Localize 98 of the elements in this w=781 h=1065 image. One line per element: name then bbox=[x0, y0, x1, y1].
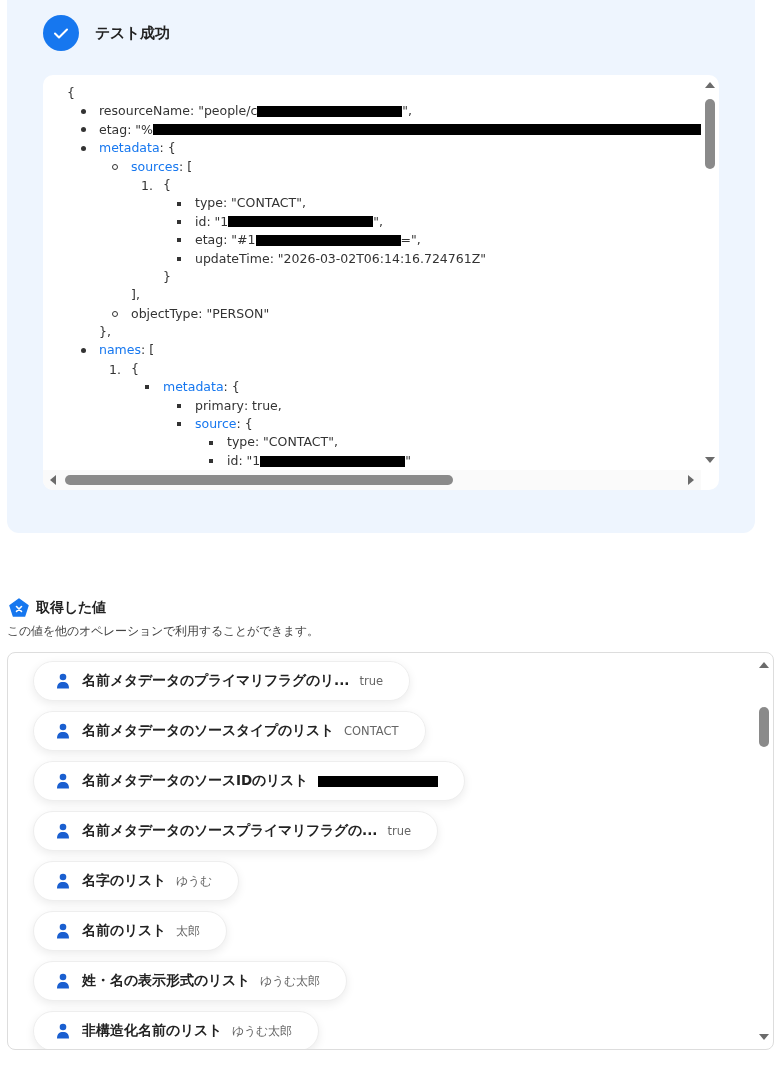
value-label: 名前メタデータのソースタイプのリスト bbox=[82, 722, 334, 740]
value-label: 非構造化名前のリスト bbox=[82, 1022, 222, 1040]
code-text: ", bbox=[373, 212, 384, 231]
value-text: true bbox=[359, 674, 383, 688]
value-chip[interactable]: 非構造化名前のリスト ゆうむ太郎 bbox=[33, 1011, 319, 1049]
code-text: { bbox=[163, 175, 171, 194]
list-bullet bbox=[177, 238, 181, 243]
code-text: : { bbox=[159, 139, 176, 158]
value-chip[interactable]: 名前のリスト 太郎 bbox=[33, 911, 227, 951]
value-label: 名前のリスト bbox=[82, 922, 166, 940]
list-bullet bbox=[209, 459, 213, 463]
value-text: CONTACT bbox=[344, 724, 399, 738]
list-bullet bbox=[80, 145, 86, 151]
key-link[interactable]: names bbox=[99, 341, 141, 360]
list-number: 1. bbox=[141, 177, 153, 193]
check-icon bbox=[43, 15, 79, 51]
list-bullet bbox=[80, 348, 86, 354]
list-bullet bbox=[145, 385, 149, 390]
code-text: : { bbox=[236, 415, 253, 434]
section-title: 取得した値 bbox=[36, 599, 106, 617]
code-text: : "PERSON" bbox=[198, 304, 270, 323]
section-description: この値を他のオペレーションで利用することができます。 bbox=[7, 623, 320, 640]
json-key: resourceName bbox=[99, 102, 190, 121]
value-text: ゆうむ bbox=[176, 873, 212, 889]
person-icon bbox=[56, 723, 70, 739]
list-bullet bbox=[177, 403, 181, 408]
key-link[interactable]: source bbox=[195, 415, 237, 434]
json-key: etag bbox=[99, 120, 128, 140]
value-label: 姓・名の表示形式のリスト bbox=[82, 972, 250, 990]
code-text: ], bbox=[131, 286, 140, 305]
scroll-up-icon[interactable] bbox=[704, 81, 716, 89]
list-bullet bbox=[177, 219, 181, 224]
code-text: }, bbox=[99, 323, 111, 342]
value-text: ゆうむ太郎 bbox=[260, 973, 320, 989]
value-chip[interactable]: 姓・名の表示形式のリスト ゆうむ太郎 bbox=[33, 961, 347, 1001]
value-chip[interactable]: 名前メタデータのソースプライマリフラグの... true bbox=[33, 811, 438, 851]
code-text: " bbox=[405, 451, 412, 470]
value-chip[interactable]: 名前メタデータのソースタイプのリスト CONTACT bbox=[33, 711, 426, 751]
code-text: ", bbox=[402, 102, 413, 121]
scroll-right-icon[interactable] bbox=[687, 474, 695, 486]
value-label: 名前メタデータのソースプライマリフラグの... bbox=[82, 822, 378, 840]
code-text: : "#1 bbox=[223, 231, 256, 250]
person-icon bbox=[56, 823, 70, 839]
person-icon bbox=[56, 973, 70, 989]
json-key: type bbox=[195, 194, 223, 213]
json-key: etag bbox=[195, 231, 224, 250]
person-icon bbox=[56, 873, 70, 889]
code-text: : "people/c bbox=[189, 102, 258, 121]
code-text: : "CONTACT", bbox=[222, 194, 306, 213]
code-text: : "1 bbox=[206, 212, 229, 231]
list-bullet bbox=[209, 440, 213, 445]
code-text: : "2026-03-02T06:14:16.724761Z" bbox=[269, 249, 486, 268]
person-icon bbox=[56, 1023, 70, 1039]
key-link[interactable]: metadata bbox=[163, 378, 224, 397]
code-text: =", bbox=[400, 231, 421, 250]
value-chip[interactable]: 名前メタデータのプライマリフラグのリ... true bbox=[33, 661, 410, 701]
result-title: テスト成功 bbox=[95, 23, 170, 43]
scroll-down-icon[interactable] bbox=[758, 1033, 770, 1041]
code-text: { bbox=[67, 84, 75, 102]
scrollbar-thumb[interactable] bbox=[705, 99, 715, 169]
code-text: : { bbox=[223, 378, 240, 397]
code-text: : "% bbox=[127, 120, 153, 139]
list-bullet bbox=[80, 109, 86, 115]
value-text: true bbox=[387, 824, 411, 838]
list-number: 1. bbox=[109, 361, 121, 377]
key-link[interactable]: metadata bbox=[99, 139, 160, 158]
value-label: 名前メタデータのソースIDのリスト bbox=[82, 772, 309, 790]
list-bullet bbox=[177, 256, 181, 261]
value-label: 名前メタデータのプライマリフラグのリ... bbox=[82, 672, 350, 690]
json-key: type bbox=[227, 433, 255, 452]
json-key: id bbox=[227, 451, 239, 470]
variable-icon bbox=[9, 598, 29, 618]
code-text: : true, bbox=[243, 396, 282, 415]
list-bullet bbox=[177, 422, 181, 427]
json-key: primary bbox=[195, 396, 244, 416]
code-text: } bbox=[163, 267, 171, 286]
value-chip[interactable]: 名字のリスト ゆうむ bbox=[33, 861, 239, 901]
person-icon bbox=[56, 923, 70, 939]
json-key: id bbox=[195, 212, 207, 232]
code-text: : [ bbox=[179, 157, 193, 176]
value-label: 名字のリスト bbox=[82, 872, 166, 890]
code-text: : "1 bbox=[238, 451, 261, 470]
code-text: { bbox=[131, 359, 139, 378]
scrollbar-thumb[interactable] bbox=[65, 475, 453, 485]
scrollbar-thumb[interactable] bbox=[759, 707, 769, 747]
value-text: 太郎 bbox=[176, 923, 200, 939]
value-text: ゆうむ太郎 bbox=[232, 1023, 292, 1039]
scroll-down-icon[interactable] bbox=[704, 456, 716, 464]
person-icon bbox=[56, 673, 70, 689]
scroll-left-icon[interactable] bbox=[49, 474, 57, 486]
person-icon bbox=[56, 773, 70, 789]
value-chip[interactable]: 名前メタデータのソースIDのリスト bbox=[33, 761, 466, 801]
list-bullet bbox=[80, 127, 86, 133]
json-key: updateTime bbox=[195, 249, 270, 268]
scroll-up-icon[interactable] bbox=[758, 661, 770, 669]
code-text: : [ bbox=[140, 341, 155, 360]
code-text: : "CONTACT", bbox=[254, 433, 338, 452]
list-bullet bbox=[177, 201, 181, 206]
